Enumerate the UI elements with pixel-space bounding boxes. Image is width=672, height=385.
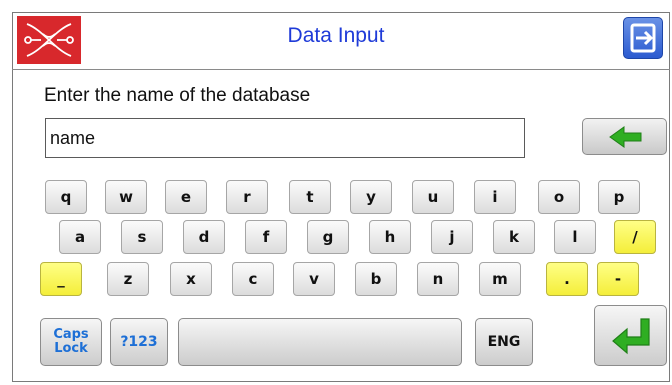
key-y[interactable]: y	[350, 180, 392, 214]
backspace-button[interactable]	[582, 118, 667, 155]
language-key[interactable]: ENG	[475, 318, 533, 366]
key-u[interactable]: u	[412, 180, 454, 214]
key-underscore[interactable]: _	[40, 262, 82, 296]
key-f[interactable]: f	[245, 220, 287, 254]
key-v[interactable]: v	[293, 262, 335, 296]
caps-label-line2: Lock	[54, 341, 88, 356]
enter-key[interactable]	[594, 305, 667, 366]
key-z[interactable]: z	[107, 262, 149, 296]
key-a[interactable]: a	[59, 220, 101, 254]
key-slash[interactable]: /	[614, 220, 656, 254]
key-q[interactable]: q	[45, 180, 87, 214]
key-h[interactable]: h	[369, 220, 411, 254]
key-c[interactable]: c	[232, 262, 274, 296]
key-g[interactable]: g	[307, 220, 349, 254]
key-w[interactable]: w	[105, 180, 147, 214]
key-m[interactable]: m	[479, 262, 521, 296]
symbols-key[interactable]: ?123	[110, 318, 168, 366]
left-arrow-icon	[609, 126, 642, 148]
key-d[interactable]: d	[183, 220, 225, 254]
prompt-label: Enter the name of the database	[44, 85, 311, 106]
page-title: Data Input	[287, 24, 385, 47]
exit-icon	[630, 23, 656, 53]
key-x[interactable]: x	[170, 262, 212, 296]
key-t[interactable]: t	[289, 180, 331, 214]
key-p[interactable]: p	[598, 180, 640, 214]
key-n[interactable]: n	[417, 262, 459, 296]
key-o[interactable]: o	[538, 180, 580, 214]
key-j[interactable]: j	[431, 220, 473, 254]
key-k[interactable]: k	[493, 220, 535, 254]
space-bar[interactable]	[178, 318, 462, 366]
caps-label-line1: Caps	[53, 327, 89, 342]
key-s[interactable]: s	[121, 220, 163, 254]
database-name-input[interactable]	[45, 118, 525, 158]
exit-button[interactable]	[623, 17, 663, 59]
key-l[interactable]: l	[554, 220, 596, 254]
key-hyphen[interactable]: -	[597, 262, 639, 296]
key-b[interactable]: b	[355, 262, 397, 296]
key-e[interactable]: e	[165, 180, 207, 214]
enter-icon	[611, 317, 650, 354]
key-i[interactable]: i	[474, 180, 516, 214]
key-r[interactable]: r	[226, 180, 268, 214]
caps-lock-key[interactable]: Caps Lock	[40, 318, 102, 366]
key-period[interactable]: .	[546, 262, 588, 296]
